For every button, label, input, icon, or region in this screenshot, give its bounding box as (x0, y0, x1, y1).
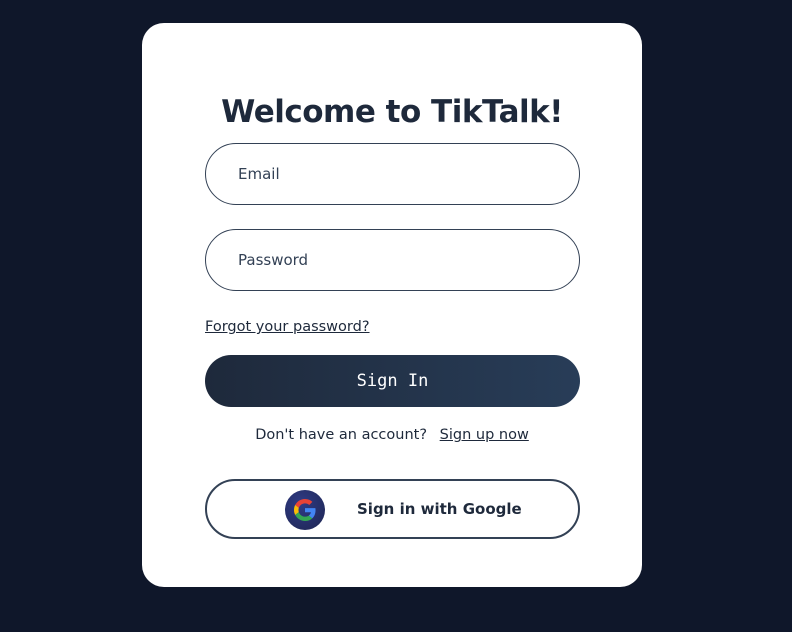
sign-in-button[interactable]: Sign In (205, 355, 580, 407)
login-card: Welcome to TikTalk! Forgot your password… (142, 23, 642, 587)
password-field[interactable] (205, 229, 580, 291)
email-field[interactable] (205, 143, 580, 205)
no-account-text: Don't have an account? (255, 427, 428, 443)
signup-prompt: Don't have an account? Sign up now (142, 427, 642, 443)
forgot-password-link[interactable]: Forgot your password? (205, 319, 370, 335)
sign-up-link[interactable]: Sign up now (440, 427, 529, 443)
google-g-icon (294, 499, 316, 521)
google-sign-in-label: Sign in with Google (357, 500, 522, 518)
google-sign-in-button[interactable]: Sign in with Google (205, 479, 580, 539)
page-title: Welcome to TikTalk! (221, 94, 563, 130)
google-icon (285, 490, 325, 530)
